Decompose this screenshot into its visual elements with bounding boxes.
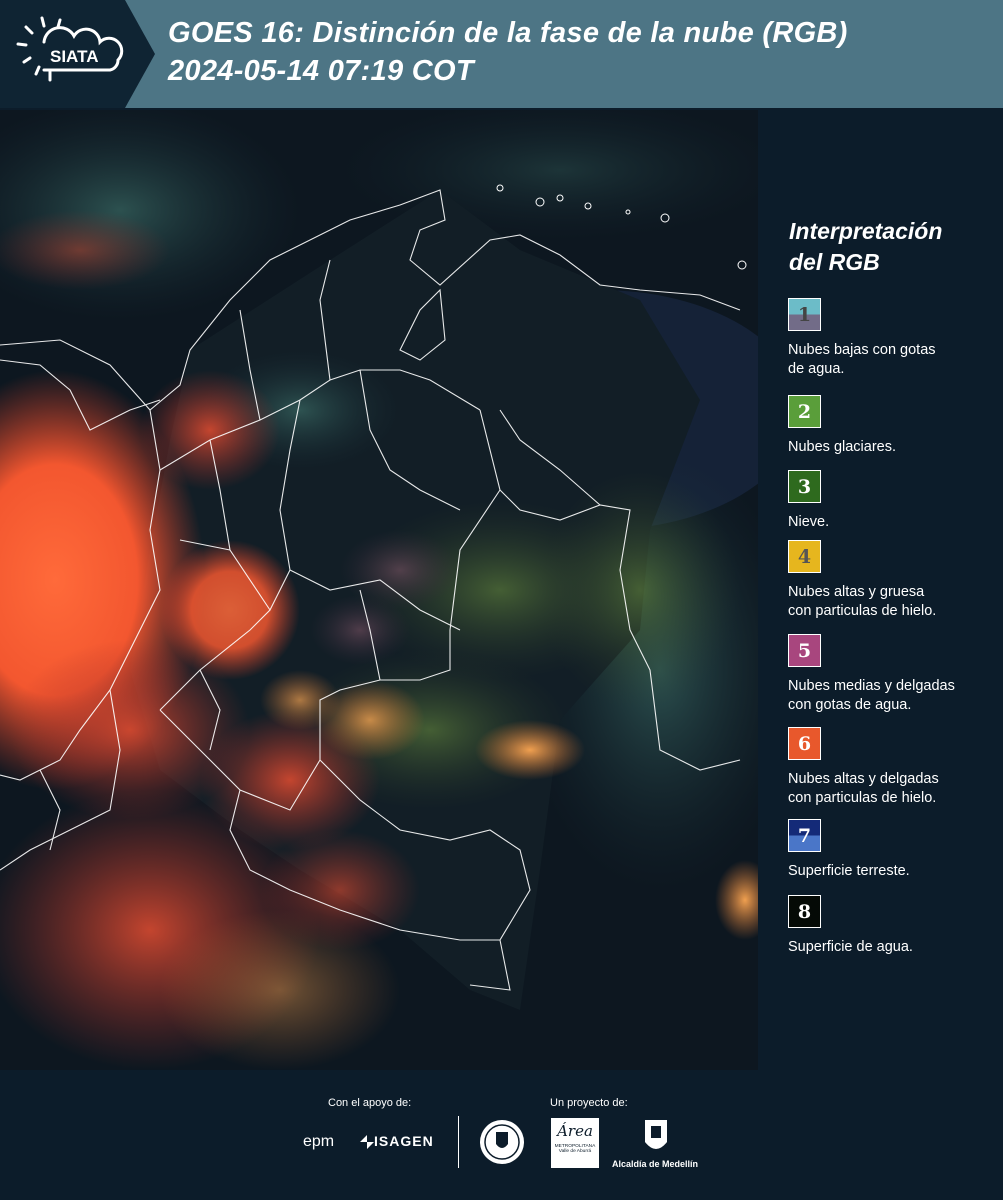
legend-label-line: Superficie terreste.: [788, 863, 910, 879]
legend-swatch-7: 7: [788, 819, 821, 852]
legend-label-line: Nubes altas y gruesa: [788, 584, 925, 600]
legend-label-line: con gotas de agua.: [788, 697, 912, 713]
legend-swatch-6: 6: [788, 727, 821, 760]
footer-divider: [458, 1116, 459, 1168]
legend-label-line: con particulas de hielo.: [788, 603, 937, 619]
legend-swatch-number: 6: [797, 732, 812, 755]
legend-swatch-8: 8: [788, 895, 821, 928]
legend-swatch-number: 2: [797, 400, 812, 423]
partner1-line-1: Área: [557, 1122, 593, 1140]
legend-swatch-4: 4: [788, 540, 821, 573]
legend-item-6: 6 Nubes altas y delgadas con particulas d…: [788, 727, 998, 808]
legend-label-3: Nieve.: [788, 513, 998, 532]
legend-swatch-number: 5: [797, 639, 812, 662]
legend-label-line: Nubes medias y delgadas: [788, 678, 955, 694]
legend-item-3: 3 Nieve.: [788, 470, 998, 532]
footer: Con el apoyo de: Un proyecto de: epm ISA…: [0, 1070, 1003, 1200]
legend-item-5: 5 Nubes medias y delgadas con gotas de ag…: [788, 634, 998, 715]
satellite-map: [0, 110, 758, 1070]
title-line-2: 2024-05-14 07:19 COT: [168, 55, 474, 87]
shield-icon: [645, 1120, 667, 1149]
sun-cloud-icon: SIATA: [16, 16, 124, 82]
legend-swatch-2: 2: [788, 395, 821, 428]
seal-logo: [478, 1118, 526, 1171]
legend-label-line: Superficie de agua.: [788, 939, 913, 955]
legend-swatch-3: 3: [788, 470, 821, 503]
legend-label-2: Nubes glaciares.: [788, 438, 998, 457]
page-title: GOES 16: Distinción de la fase de la nub…: [168, 14, 848, 90]
isagen-text: ISAGEN: [374, 1133, 434, 1149]
legend-label-line: de agua.: [788, 361, 845, 377]
siata-logo: SIATA: [0, 0, 155, 108]
legend-label-8: Superficie de agua.: [788, 938, 998, 957]
rgb-satellite-image: [0, 110, 758, 1070]
alcaldia-logo: [643, 1118, 669, 1161]
epm-logo: epm: [303, 1133, 335, 1150]
project-label: Un proyecto de:: [550, 1097, 628, 1109]
legend-title-line-2: del RGB: [789, 249, 880, 275]
legend-label-4: Nubes altas y gruesa con particulas de hi…: [788, 583, 998, 621]
legend-swatch-1: 1: [788, 298, 821, 331]
legend-swatch-number: 1: [797, 303, 812, 326]
legend-title: Interpretación del RGB: [789, 216, 942, 278]
area-metropolitana-logo: Área METROPOLITANA Valle de Aburrá: [551, 1118, 599, 1168]
legend-swatch-number: 7: [797, 824, 812, 847]
title-line-1: GOES 16: Distinción de la fase de la nub…: [168, 17, 848, 49]
legend-label-line: Nieve.: [788, 514, 830, 530]
legend-label-7: Superficie terreste.: [788, 862, 998, 881]
legend-swatch-5: 5: [788, 634, 821, 667]
legend-label-line: Nubes altas y delgadas: [788, 771, 939, 787]
seal-icon: [480, 1120, 524, 1164]
legend-item-1: 1 Nubes bajas con gotas de agua.: [788, 298, 998, 379]
support-label: Con el apoyo de:: [328, 1097, 412, 1109]
legend-panel: Interpretación del RGB 1 Nubes bajas con…: [760, 108, 1003, 1070]
partner1-line-3: Valle de Aburrá: [558, 1149, 592, 1154]
svg-text:SIATA: SIATA: [50, 47, 98, 66]
legend-swatch-number: 4: [797, 545, 812, 568]
legend-item-8: 8 Superficie de agua.: [788, 895, 998, 957]
header-bar: SIATA GOES 16: Distinción de la fase de …: [0, 0, 1003, 108]
legend-item-7: 7 Superficie terreste.: [788, 819, 998, 881]
legend-item-4: 4 Nubes altas y gruesa con particulas de …: [788, 540, 998, 621]
legend-label-line: con particulas de hielo.: [788, 790, 937, 806]
legend-label-line: Nubes glaciares.: [788, 439, 896, 455]
legend-label-1: Nubes bajas con gotas de agua.: [788, 341, 998, 379]
legend-label-line: Nubes bajas con gotas: [788, 342, 936, 358]
alcaldia-label: Alcaldía de Medellín: [612, 1159, 699, 1169]
legend-swatch-number: 3: [797, 475, 812, 498]
legend-swatch-number: 8: [797, 900, 812, 923]
legend-title-line-1: Interpretación: [789, 218, 943, 244]
legend-label-5: Nubes medias y delgadas con gotas de agua…: [788, 677, 998, 715]
legend-item-2: 2 Nubes glaciares.: [788, 395, 998, 457]
legend-label-6: Nubes altas y delgadas con particulas de …: [788, 770, 998, 808]
